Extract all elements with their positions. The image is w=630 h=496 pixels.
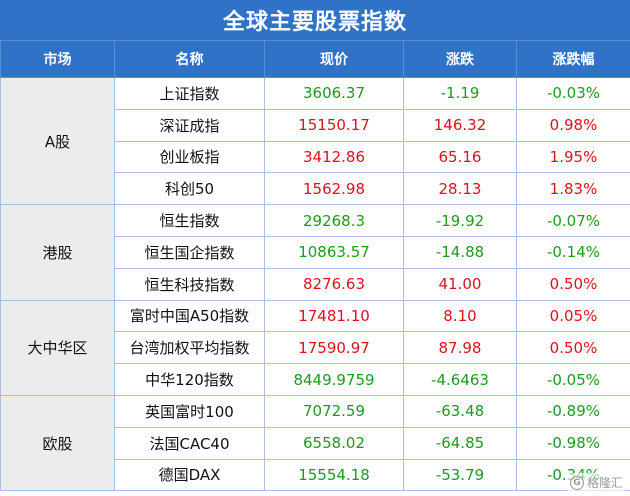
index-name-cell: 德国DAX [114,458,265,492]
col-header-market: 市场 [0,40,115,78]
change-cell: -4.6463 [403,363,517,396]
market-cell: 欧股 [0,394,115,492]
table-title: 全球主要股票指数 [0,0,630,40]
price-cell: 29268.3 [264,204,404,237]
price-cell: 8449.9759 [264,363,404,396]
index-name-cell: 台湾加权平均指数 [114,331,265,365]
index-name-cell: 英国富时100 [114,394,265,428]
index-name-cell: 恒生国企指数 [114,235,265,269]
table-row: 欧股 英国富时100 7072.59 -63.48 -0.89% [0,394,630,492]
change-pct-cell: -0.03% [516,77,630,110]
index-name-cell: 上证指数 [114,77,265,110]
change-pct-cell: -0.89% [516,394,630,428]
price-cell: 10863.57 [264,235,404,269]
table-row: A股 上证指数 3606.37 -1.19 -0.03% [0,76,630,206]
price-cell: 15554.18 [264,458,404,492]
price-cell: 8276.63 [264,267,404,301]
change-cell: 65.16 [403,140,517,174]
table-row: 大中华区 富时中国A50指数 17481.10 8.10 0.05% [0,299,630,396]
col-header-change: 涨跌 [403,40,517,78]
index-name-cell: 恒生指数 [114,204,265,237]
change-pct-cell: -0.07% [516,204,630,237]
change-pct-cell: -0.14% [516,235,630,269]
gelonghui-logo-icon: G [569,475,584,490]
change-pct-cell: 1.83% [516,172,630,206]
change-cell: -1.19 [403,77,517,110]
table-row: 港股 恒生指数 29268.3 -19.92 -0.07% [0,204,630,301]
change-cell: 146.32 [403,108,517,142]
change-cell: -64.85 [403,426,517,460]
change-cell: -53.79 [403,458,517,492]
price-cell: 17481.10 [264,299,404,333]
index-name-cell: 创业板指 [114,140,265,174]
change-pct-cell: 0.50% [516,267,630,301]
watermark-text: 格隆汇 [586,476,623,490]
market-cell: 港股 [0,204,115,301]
index-name-cell: 恒生科技指数 [114,267,265,301]
change-pct-cell: -0.05% [516,363,630,396]
change-pct-cell: 0.98% [516,108,630,142]
change-pct-cell: 0.50% [516,331,630,365]
stock-index-panel: 全球主要股票指数 市场 名称 现价 涨跌 涨跌幅 A股 上证指数 3606.37 -1… [0,0,630,496]
col-header-change-pct: 涨跌幅 [516,40,630,78]
index-name-cell: 深证成指 [114,108,265,142]
index-name-cell: 富时中国A50指数 [114,299,265,333]
index-name-cell: 法国CAC40 [114,426,265,460]
price-cell: 17590.97 [264,331,404,365]
watermark: G 格隆汇 [566,473,626,492]
index-name-cell: 中华120指数 [114,363,265,396]
price-cell: 7072.59 [264,394,404,428]
col-header-name: 名称 [114,40,265,78]
change-pct-cell: 0.05% [516,299,630,333]
table-body: A股 上证指数 3606.37 -1.19 -0.03% 深证成指 15150.17 146.… [0,76,630,492]
col-header-price: 现价 [264,40,404,78]
change-pct-cell: -0.98% [516,426,630,460]
header-row: 市场 名称 现价 涨跌 涨跌幅 [0,40,630,78]
market-cell: 大中华区 [0,299,115,396]
change-cell: 41.00 [403,267,517,301]
change-cell: -14.88 [403,235,517,269]
change-pct-cell: 1.95% [516,140,630,174]
price-cell: 15150.17 [264,108,404,142]
index-table: 市场 名称 现价 涨跌 涨跌幅 A股 上证指数 3606.37 -1.19 -0.03%… [0,40,630,492]
price-cell: 3606.37 [264,77,404,110]
market-cell: A股 [0,76,115,206]
change-cell: -63.48 [403,394,517,428]
change-cell: 28.13 [403,172,517,206]
index-name-cell: 科创50 [114,172,265,206]
price-cell: 3412.86 [264,140,404,174]
price-cell: 6558.02 [264,426,404,460]
price-cell: 1562.98 [264,172,404,206]
change-cell: 8.10 [403,299,517,333]
change-cell: 87.98 [403,331,517,365]
change-cell: -19.92 [403,204,517,237]
